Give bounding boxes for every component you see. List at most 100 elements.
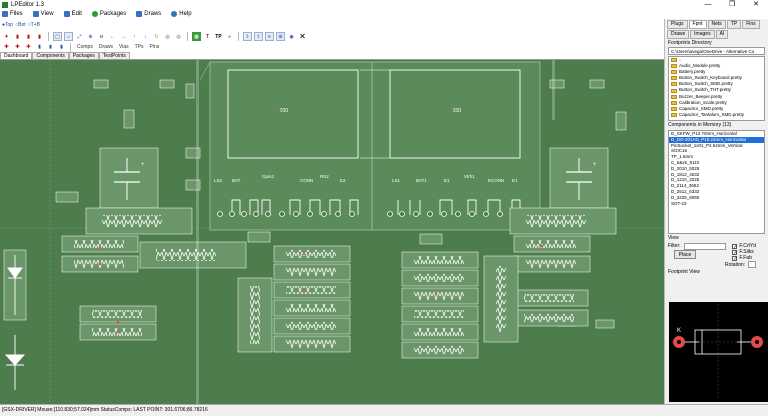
filter-tool-1-icon[interactable]: ✚ <box>2 43 11 52</box>
tp-icon[interactable]: TP <box>214 32 223 41</box>
folder-icon <box>671 112 677 117</box>
filter-tool-2-icon[interactable]: ✚ <box>13 43 22 52</box>
tab-images[interactable]: Images <box>690 30 715 39</box>
red-tool-2-icon[interactable]: ▮ <box>24 32 33 41</box>
place-button[interactable]: Place <box>674 249 696 259</box>
comps-toggle[interactable]: Comps <box>75 44 95 50</box>
select-icon[interactable]: ▢ <box>53 32 62 41</box>
footprint-ref-label: K <box>677 328 681 334</box>
close-window-button[interactable]: ✕ <box>744 0 768 9</box>
tab-draws[interactable]: Draws <box>667 30 690 39</box>
folder-item[interactable]: Capacitor_Tantalum_SMD.pretty <box>669 112 764 118</box>
help-icon <box>171 11 178 17</box>
rotation-input[interactable] <box>748 261 757 268</box>
import-icon[interactable]: ⇩ <box>243 32 252 41</box>
menu-help-label: Help <box>179 11 192 17</box>
capacitor-right[interactable]: + <box>549 147 609 209</box>
menu-view[interactable]: View <box>32 11 54 17</box>
folder-icon <box>671 82 677 87</box>
filter-input[interactable] <box>683 242 726 250</box>
diode-left[interactable] <box>3 249 27 390</box>
minimize-button[interactable]: — <box>696 0 720 9</box>
footprints-path-field[interactable]: C:\Users\avega\OneDrive - Alternative Co <box>668 47 765 55</box>
tab-components[interactable]: Components <box>32 52 69 59</box>
layer-toolbar: ● Top ○ Bot ○ T+B <box>0 19 664 31</box>
zoom-out-icon[interactable]: ⊖ <box>97 32 106 41</box>
zoom-fit-icon[interactable]: ⤢ <box>75 32 84 41</box>
tab-fpnt[interactable]: Fpnt <box>688 20 707 29</box>
via2-icon[interactable]: ◎ <box>174 32 183 41</box>
silk-rs2: RS2 <box>320 174 329 179</box>
eye-icon[interactable]: ◉ <box>287 32 296 41</box>
menu-edit[interactable]: Edit <box>63 11 82 17</box>
tab-nets[interactable]: Nets <box>707 20 726 29</box>
red-tool-3-icon[interactable]: ▮ <box>35 32 44 41</box>
tab-dashboard[interactable]: Dashboard <box>0 52 33 59</box>
paint-icon[interactable]: ● <box>225 32 234 41</box>
tps-toggle[interactable]: TPs <box>133 44 146 50</box>
align-icon[interactable]: ≡ <box>265 32 274 41</box>
tab-testpoints[interactable]: TestPoints <box>98 52 130 59</box>
capacitor-left[interactable]: + <box>99 147 159 209</box>
move-icon[interactable]: ⇔ <box>64 32 73 41</box>
draws-toggle[interactable]: Draws <box>97 44 115 50</box>
tab-fins[interactable]: Fins <box>742 20 760 29</box>
filter-tool-3-icon[interactable]: ✚ <box>24 43 33 52</box>
resistor-stack-left[interactable] <box>237 245 351 353</box>
pcb-canvas[interactable]: 001 001 LS2 BAT Gpin2 CONN RS2 E2 LS1 BA… <box>0 60 664 404</box>
menu-draws[interactable]: Draws <box>136 11 161 17</box>
separator <box>238 32 239 41</box>
tab-packages[interactable]: Packages <box>68 52 99 59</box>
rotate-icon[interactable]: ↻ <box>152 32 161 41</box>
footprints-dir-label: Footprints Directory <box>668 40 712 46</box>
arrow-up-icon[interactable]: ↑ <box>130 32 139 41</box>
arrow-right-icon[interactable]: → <box>119 32 128 41</box>
bot-layer-radio[interactable]: ○ Bot <box>15 21 26 30</box>
arrow-down-icon[interactable]: ↓ <box>141 32 150 41</box>
folder-icon <box>671 106 677 111</box>
tab-ai[interactable]: AI <box>715 30 729 39</box>
module-outline[interactable]: 001 001 LS2 BAT Gpin2 CONN RS2 E2 LS1 BA… <box>199 61 541 231</box>
filter-tool-5-icon[interactable]: ▮ <box>46 43 55 52</box>
folder-icon <box>671 58 677 63</box>
filter-tool-4-icon[interactable]: ▮ <box>35 43 44 52</box>
tb-layer-radio[interactable]: ○ T+B <box>28 21 40 30</box>
filter-tool-6-icon[interactable]: ▮ <box>57 43 66 52</box>
footprint-folder-list[interactable]: .. Audio_Module.pretty Battery.pretty Butto… <box>668 56 765 121</box>
menu-help[interactable]: Help <box>171 11 192 17</box>
rotation-label: Rotation: <box>725 261 746 268</box>
pcb-drawing[interactable]: 001 001 LS2 BAT Gpin2 CONN RS2 E2 LS1 BA… <box>0 60 664 404</box>
window-title: LPEditor 1.3 <box>11 1 45 8</box>
via-icon[interactable]: ◎ <box>163 32 172 41</box>
folder-icon <box>671 94 677 99</box>
maximize-button[interactable]: ❐ <box>720 0 744 9</box>
silk-ls1: LS1 <box>392 178 401 183</box>
tb-layer-label: T+B <box>30 22 40 28</box>
vias-toggle[interactable]: Vias <box>117 44 131 50</box>
zoom-in-icon[interactable]: ⊕ <box>86 32 95 41</box>
svg-text:+: + <box>141 162 145 168</box>
place-dot-icon[interactable]: ✦ <box>2 32 11 41</box>
text-icon[interactable]: T <box>203 32 212 41</box>
memory-item[interactable]: SOT-23 <box>669 201 764 207</box>
silk-conn: CONN <box>300 178 313 183</box>
export-icon[interactable]: ⇧ <box>254 32 263 41</box>
folder-icon <box>671 88 677 93</box>
tab-tp[interactable]: TP <box>726 20 742 29</box>
menu-bar: Files View Edit Packages Draws Help <box>0 9 768 19</box>
distribute-icon[interactable]: ⊞ <box>276 32 285 41</box>
arrow-left-icon[interactable]: ← <box>108 32 117 41</box>
right-panel: Plugs Fpnt Nets TP Fins Draws Images AI … <box>664 19 768 404</box>
pins-toggle[interactable]: Pins <box>148 44 162 50</box>
document-tabs: Dashboard Components Packages TestPoints <box>0 52 664 60</box>
delete-icon[interactable]: ✕ <box>298 32 307 41</box>
resistor-stack-right[interactable] <box>401 251 519 359</box>
components-memory-list[interactable]: D_SKFW_P12.70mm_Horizontal D_DO-201AD_P15… <box>668 130 765 234</box>
menu-files[interactable]: Files <box>2 11 23 17</box>
grid-icon[interactable]: ▦ <box>192 32 201 41</box>
tab-plugs[interactable]: Plugs <box>667 20 688 29</box>
top-layer-radio[interactable]: ● Top <box>2 21 13 30</box>
menu-packages[interactable]: Packages <box>91 11 126 17</box>
red-tool-1-icon[interactable]: ▮ <box>13 32 22 41</box>
view-controls: Filter: Place ✓ F.CrtYd ✓ F.Silks ✓ F.Fab <box>665 242 768 261</box>
